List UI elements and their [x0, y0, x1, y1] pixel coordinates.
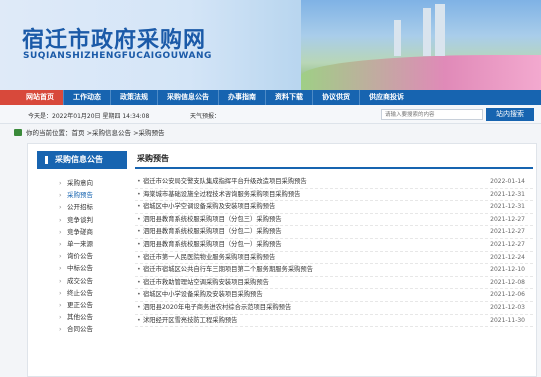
- content-area: 采购预告 宿迁市公安局交警支队集成指挥平台升级改造项目采购预告 2022-01-1…: [135, 151, 533, 328]
- sidebar: 采购信息公告 采购意向 采购预告 公开招标 竞争谈判 竞争磋商 单一来源 询价公…: [37, 151, 127, 336]
- notice-link[interactable]: 海棠城市基础设施全过程技术咨询服务采购项目采购预告: [135, 189, 300, 201]
- sidebar-item-consultation[interactable]: 竞争磋商: [59, 226, 127, 238]
- home-icon: [14, 128, 22, 136]
- list-item: 宿迁市宿城区公共自行车三期项目第二个服务期服务采购预告 2021-12-10: [135, 264, 533, 277]
- sidebar-item-preview[interactable]: 采购预告: [59, 189, 127, 201]
- site-title: 宿迁市政府采购网: [22, 28, 207, 53]
- nav-guide[interactable]: 办事指南: [219, 90, 266, 105]
- breadcrumb-text: 你的当前位置：首页 >采购信息公告 >采购预告: [26, 129, 165, 137]
- notice-link[interactable]: 宿迁市公安局交警支队集成指挥平台升级改造项目采购预告: [135, 176, 307, 188]
- content-title: 采购预告: [135, 151, 533, 169]
- breadcrumb: 你的当前位置：首页 >采购信息公告 >采购预告: [14, 125, 534, 139]
- sidebar-item-contract[interactable]: 合同公告: [59, 323, 127, 335]
- nav-agreement-supply[interactable]: 协议供货: [313, 90, 360, 105]
- notice-date: 2021-12-24: [490, 253, 525, 261]
- notice-date: 2021-12-08: [490, 278, 525, 286]
- list-item: 沭阳经开区雪亮技防工程采购预告 2021-11-30: [135, 315, 533, 328]
- sidebar-item-termination[interactable]: 终止公告: [59, 287, 127, 299]
- list-item: 宿迁市救助管理站空调采购安装项目采购预告 2021-12-08: [135, 277, 533, 290]
- notice-link[interactable]: 宿迁市第一人民医院物业服务采购项目采购预告: [135, 252, 275, 264]
- notice-date: 2021-12-03: [490, 303, 525, 311]
- sidebar-item-other[interactable]: 其他公告: [59, 311, 127, 323]
- notice-date: 2021-12-27: [490, 228, 525, 236]
- notice-link[interactable]: 泗阳县教育系统校服采购项目（分包一）采购预告: [135, 239, 282, 251]
- nav-complaint[interactable]: 供应商投诉: [360, 90, 413, 105]
- notice-link[interactable]: 沭阳经开区雪亮技防工程采购预告: [135, 315, 237, 327]
- notice-date: 2021-12-31: [490, 190, 525, 198]
- current-date: 今天是：2022年01月20日 星期四 14:34:08: [28, 113, 150, 120]
- banner-building: [423, 8, 431, 56]
- sidebar-item-deal[interactable]: 成交公告: [59, 275, 127, 287]
- search-button[interactable]: 站内搜索: [486, 108, 534, 121]
- list-item: 宿迁市第一人民医院物业服务采购项目采购预告 2021-12-24: [135, 252, 533, 265]
- weather-label: 天气预报：: [190, 113, 221, 120]
- notice-date: 2021-12-27: [490, 240, 525, 248]
- nav-policy[interactable]: 政策法规: [111, 90, 158, 105]
- sidebar-item-single-source[interactable]: 单一来源: [59, 238, 127, 250]
- list-item: 泗阳县2020年电子商务进农村综合示范项目采购预告 2021-12-03: [135, 302, 533, 315]
- nav-home[interactable]: 网站首页: [0, 90, 64, 105]
- notice-link[interactable]: 宿迁市救助管理站空调采购安装项目采购预告: [135, 277, 269, 289]
- notice-list: 宿迁市公安局交警支队集成指挥平台升级改造项目采购预告 2022-01-14 海棠城…: [135, 176, 533, 328]
- header-banner: 宿迁市政府采购网 SUQIANSHIZHENGFUCAIGOUWANG: [0, 0, 541, 90]
- notice-date: 2021-12-31: [490, 203, 525, 211]
- list-item: 泗阳县教育系统校服采购项目（分包三）采购预告 2021-12-27: [135, 214, 533, 227]
- sidebar-item-negotiation[interactable]: 竞争谈判: [59, 214, 127, 226]
- nav-downloads[interactable]: 资料下载: [266, 90, 313, 105]
- nav-procurement-notice[interactable]: 采购信息公告: [158, 90, 219, 105]
- nav-work-news[interactable]: 工作动态: [64, 90, 111, 105]
- notice-link[interactable]: 泗阳县教育系统校服采购项目（分包二）采购预告: [135, 226, 282, 238]
- sidebar-item-award[interactable]: 中标公告: [59, 262, 127, 274]
- list-item: 泗阳县教育系统校服采购项目（分包二）采购预告 2021-12-27: [135, 226, 533, 239]
- banner-building: [435, 4, 445, 56]
- notice-date: 2021-12-06: [490, 291, 525, 299]
- notice-link[interactable]: 泗阳县2020年电子商务进农村综合示范项目采购预告: [135, 302, 291, 314]
- search-input[interactable]: [381, 109, 483, 120]
- banner-building: [394, 20, 401, 56]
- notice-date: 2021-12-27: [490, 215, 525, 223]
- sidebar-list: 采购意向 采购预告 公开招标 竞争谈判 竞争磋商 单一来源 询价公告 中标公告 …: [59, 177, 127, 336]
- sidebar-title: 采购信息公告: [37, 151, 127, 169]
- list-item: 海棠城市基础设施全过程技术咨询服务采购项目采购预告 2021-12-31: [135, 189, 533, 202]
- sidebar-item-intent[interactable]: 采购意向: [59, 177, 127, 189]
- sidebar-item-correction[interactable]: 更正公告: [59, 299, 127, 311]
- sidebar-item-inquiry[interactable]: 询价公告: [59, 250, 127, 262]
- notice-date: 2021-11-30: [490, 316, 525, 324]
- list-item: 泗阳县教育系统校服采购项目（分包一）采购预告 2021-12-27: [135, 239, 533, 252]
- main-nav: 网站首页 工作动态 政策法规 采购信息公告 办事指南 资料下载 协议供货 供应商…: [0, 90, 541, 105]
- site-pinyin: SUQIANSHIZHENGFUCAIGOUWANG: [23, 51, 212, 61]
- list-item: 宿城区中小学设备采购及安装项目采购预告 2021-12-06: [135, 289, 533, 302]
- notice-link[interactable]: 宿迁市宿城区公共自行车三期项目第二个服务期服务采购预告: [135, 264, 313, 276]
- sidebar-item-open-tender[interactable]: 公开招标: [59, 201, 127, 213]
- notice-date: 2021-12-10: [490, 266, 525, 274]
- notice-link[interactable]: 宿城区中小学设备采购及安装项目采购预告: [135, 289, 263, 301]
- notice-date: 2022-01-14: [490, 178, 525, 185]
- notice-link[interactable]: 宿城区中小学空调设备采购及安装项目采购预告: [135, 201, 275, 213]
- list-item: 宿城区中小学空调设备采购及安装项目采购预告 2021-12-31: [135, 201, 533, 214]
- notice-link[interactable]: 泗阳县教育系统校服采购项目（分包三）采购预告: [135, 214, 282, 226]
- list-item: 宿迁市公安局交警支队集成指挥平台升级改造项目采购预告 2022-01-14: [135, 176, 533, 189]
